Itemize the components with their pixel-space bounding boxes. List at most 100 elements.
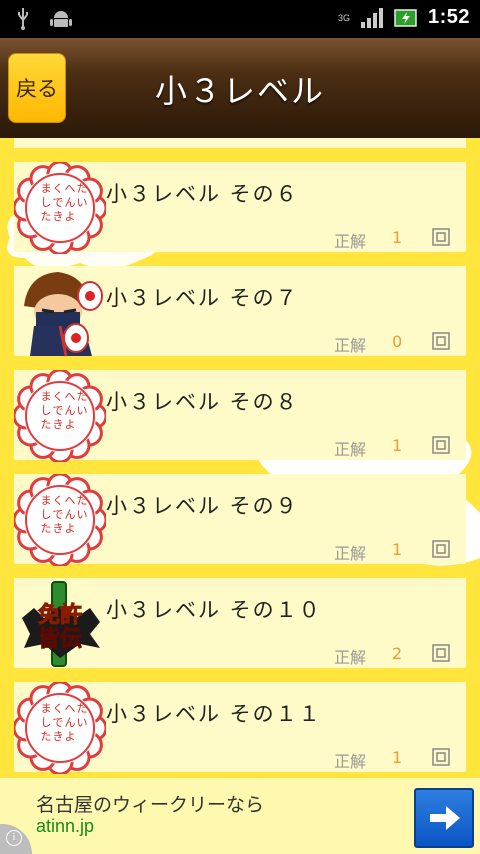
- svg-text:へ: へ: [65, 702, 76, 715]
- stamp-icon: たいへんよくできました: [14, 682, 106, 774]
- svg-text:た: た: [41, 522, 52, 535]
- svg-text:し: し: [41, 716, 52, 729]
- svg-text:し: し: [41, 508, 52, 521]
- history-icon[interactable]: [432, 436, 450, 454]
- ad-url: atinn.jp: [36, 816, 95, 836]
- level-title: 小３レベル その１１: [106, 702, 322, 726]
- correct-count: 1: [392, 436, 403, 455]
- level-title: 小３レベル その１０: [106, 598, 322, 622]
- svg-text:く: く: [53, 390, 64, 403]
- correct-count: 1: [392, 228, 403, 247]
- svg-text:た: た: [41, 730, 52, 743]
- svg-text:き: き: [53, 522, 64, 535]
- svg-text:免許: 免許: [38, 602, 82, 628]
- svg-text:ま: ま: [41, 390, 52, 403]
- svg-text:ま: ま: [41, 494, 52, 507]
- svg-text:た: た: [41, 210, 52, 223]
- svg-text:ん: ん: [65, 196, 76, 209]
- svg-text:た: た: [41, 418, 52, 431]
- svg-text:よ: よ: [65, 210, 76, 223]
- ad-info-icon[interactable]: i: [0, 824, 32, 854]
- stamp-icon: たいへんよくできました: [14, 474, 106, 566]
- correct-label: 正解: [334, 544, 367, 563]
- level-row[interactable]: たいへんよくできました 小３レベル その８ 正解 1: [14, 370, 466, 462]
- correct-count: 0: [392, 332, 403, 351]
- svg-text:た: た: [77, 182, 88, 195]
- correct-label: 正解: [334, 336, 367, 355]
- ad-arrow-button[interactable]: [414, 788, 474, 848]
- correct-count: 1: [392, 748, 403, 767]
- svg-text:よ: よ: [65, 418, 76, 431]
- svg-text:い: い: [77, 404, 88, 417]
- correct-label: 正解: [334, 232, 367, 251]
- ad-banner[interactable]: 名古屋のウィークリーなら atinn.jp i: [0, 778, 480, 854]
- level-title: 小３レベル その６: [106, 182, 299, 206]
- history-icon[interactable]: [432, 228, 450, 246]
- svg-text:し: し: [41, 404, 52, 417]
- svg-text:よ: よ: [65, 522, 76, 535]
- svg-text:い: い: [77, 196, 88, 209]
- page-title: 小３レベル: [154, 72, 325, 110]
- svg-text:き: き: [53, 418, 64, 431]
- svg-text:へ: へ: [65, 494, 76, 507]
- correct-label: 正解: [334, 440, 367, 459]
- level-title: 小３レベル その７: [106, 286, 299, 310]
- signal-icon: [360, 7, 383, 28]
- history-icon[interactable]: [432, 540, 450, 558]
- svg-text:い: い: [77, 716, 88, 729]
- status-bar: 3G 1:52: [0, 0, 480, 38]
- arrow-right-icon: [430, 806, 460, 830]
- correct-label: 正解: [334, 648, 367, 667]
- svg-text:く: く: [53, 494, 64, 507]
- svg-text:ん: ん: [65, 404, 76, 417]
- svg-text:皆伝: 皆伝: [38, 627, 82, 652]
- correct-label: 正解: [334, 752, 367, 771]
- svg-text:ま: ま: [41, 702, 52, 715]
- svg-text:い: い: [77, 508, 88, 521]
- clock: 1:52: [427, 6, 470, 28]
- level-row[interactable]: たいへんよくできました 小３レベル その１１ 正解 1: [14, 682, 466, 774]
- svg-text:く: く: [53, 702, 64, 715]
- ninja-icon: [24, 272, 103, 357]
- stamp-icon: たいへんよくできました: [14, 162, 106, 254]
- license-badge-icon: 免許 皆伝: [22, 581, 100, 667]
- info-glyph: i: [6, 830, 22, 846]
- history-icon[interactable]: [432, 748, 450, 766]
- svg-text:で: で: [53, 508, 64, 521]
- level-title: 小３レベル その９: [106, 494, 299, 518]
- level-title: 小３レベル その８: [106, 390, 299, 414]
- svg-text:き: き: [53, 210, 64, 223]
- level-row[interactable]: 小３レベル その７ 正解 0: [14, 266, 466, 357]
- android-debug-icon: [50, 11, 72, 27]
- svg-text:で: で: [53, 716, 64, 729]
- battery-icon: [394, 8, 417, 27]
- svg-text:へ: へ: [65, 390, 76, 403]
- network-type: 3G: [337, 12, 350, 23]
- level-row[interactable]: たいへんよくできました 小３レベル その６ 正解 1: [14, 162, 466, 254]
- svg-text:で: で: [53, 404, 64, 417]
- svg-text:よ: よ: [65, 730, 76, 743]
- svg-text:た: た: [77, 390, 88, 403]
- history-icon[interactable]: [432, 332, 450, 350]
- svg-text:き: き: [53, 730, 64, 743]
- svg-text:ん: ん: [65, 716, 76, 729]
- stamp-icon: たいへんよくできました: [14, 370, 106, 462]
- correct-count: 2: [392, 644, 403, 663]
- level-row[interactable]: 免許 皆伝 小３レベル その１０ 正解 2: [14, 578, 466, 668]
- level-list[interactable]: たいへんよくできました 小３レベル その６ 正解 1 小３レベル その７ 正解 0 たい…: [0, 138, 480, 778]
- svg-text:く: く: [53, 182, 64, 195]
- ad-title: 名古屋のウィークリーなら: [36, 794, 265, 816]
- svg-text:た: た: [77, 702, 88, 715]
- history-icon[interactable]: [432, 644, 450, 662]
- svg-text:ん: ん: [65, 508, 76, 521]
- svg-text:ま: ま: [41, 182, 52, 195]
- partial-row: [14, 138, 466, 148]
- correct-count: 1: [392, 540, 403, 559]
- app-header: 戻る 小３レベル: [0, 38, 480, 138]
- svg-text:た: た: [77, 494, 88, 507]
- svg-text:で: で: [53, 196, 64, 209]
- usb-icon: [18, 8, 28, 30]
- svg-text:し: し: [41, 196, 52, 209]
- level-row[interactable]: たいへんよくできました 小３レベル その９ 正解 1: [14, 474, 466, 566]
- svg-text:へ: へ: [65, 182, 76, 195]
